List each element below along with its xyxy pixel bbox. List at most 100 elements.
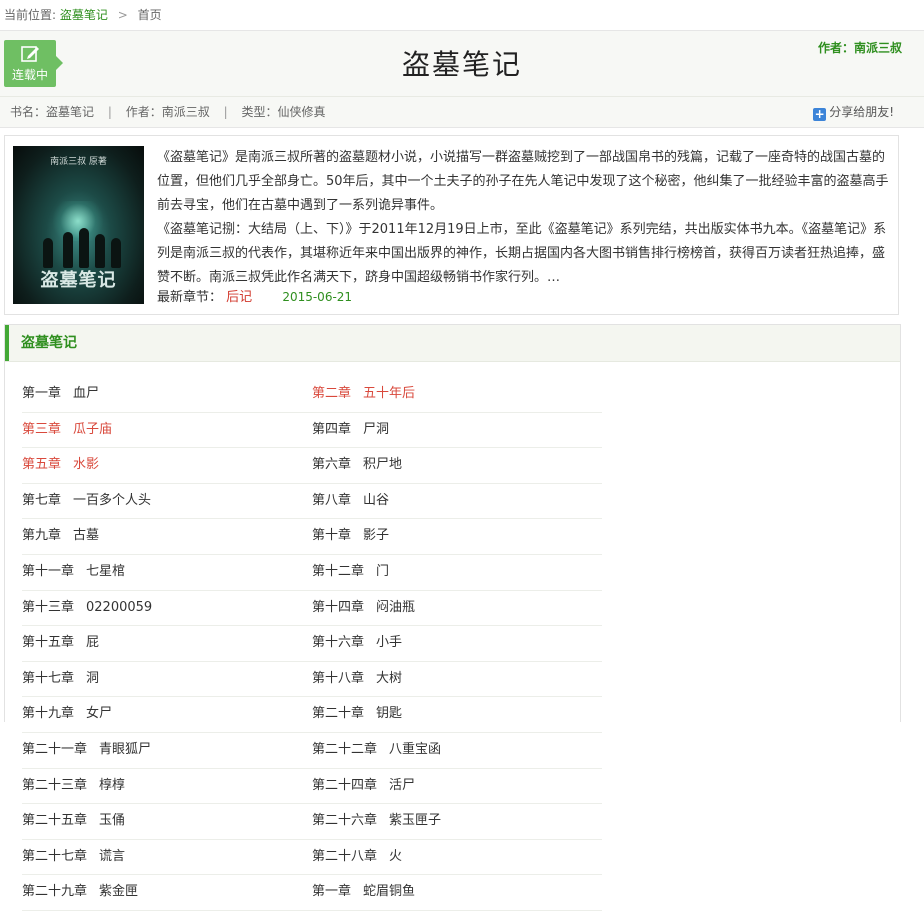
chapter-title: 闷油瓶 bbox=[376, 599, 416, 615]
chapter-title: 洞 bbox=[86, 670, 100, 686]
chapter-number: 第八章 bbox=[312, 492, 352, 508]
chapter-number: 第四章 bbox=[312, 421, 352, 437]
chapter-title: 蛇眉铜鱼 bbox=[363, 884, 416, 900]
breadcrumb-current[interactable]: 首页 bbox=[138, 8, 162, 22]
chapter-link[interactable]: 第十三章 02200059 bbox=[22, 591, 312, 627]
meta-book-name: 书名：盗墓笔记 bbox=[10, 105, 95, 119]
chapter-link[interactable]: 第二十三章 椁椁 bbox=[22, 769, 312, 805]
chapter-link[interactable]: 第二章 五十年后 bbox=[312, 377, 602, 413]
meta-category[interactable]: 类型：仙侠修真 bbox=[241, 105, 325, 119]
chapter-number: 第十一章 bbox=[22, 563, 75, 579]
chapter-link[interactable]: 第十七章洞 bbox=[22, 662, 312, 698]
chapter-link[interactable]: 第九章 古墓 bbox=[22, 519, 312, 555]
chapter-link[interactable]: 第一章 蛇眉铜鱼 bbox=[312, 875, 602, 911]
chapter-title: 一百多个人头 bbox=[73, 492, 152, 508]
chapter-title: 血尸 bbox=[73, 386, 100, 401]
chapter-title: 影子 bbox=[363, 528, 390, 544]
cover-top-text: 南派三叔 原著 bbox=[50, 157, 107, 167]
chapter-number: 第二十八章 bbox=[312, 848, 378, 864]
description-paragraph: 《盗墓笔记》是南派三叔所著的盗墓题材小说，小说描写一群盗墓贼挖到了一部战国帛书的… bbox=[157, 150, 889, 213]
latest-date: 2015-06-21 bbox=[282, 290, 353, 304]
chapter-link[interactable]: 第十六章 小手 bbox=[312, 626, 602, 662]
chapter-number: 第七章 bbox=[22, 492, 62, 508]
chapter-title: 积尸地 bbox=[363, 457, 403, 473]
book-meta-bar: 书名：盗墓笔记 | 作者：南派三叔 | 类型：仙侠修真 + 分享给朋友! bbox=[0, 97, 924, 128]
share-button[interactable]: + 分享给朋友! bbox=[813, 97, 894, 127]
chapter-number: 第二十一章 bbox=[22, 741, 88, 757]
cover-figure bbox=[43, 238, 53, 268]
breadcrumb: 当前位置: 盗墓笔记 > 首页 bbox=[0, 0, 924, 31]
chapter-link[interactable]: 第二十九章 紫金匣 bbox=[22, 875, 312, 911]
chapter-number: 第十章 bbox=[312, 528, 352, 544]
chapter-title: 大树 bbox=[376, 670, 403, 686]
plus-icon: + bbox=[813, 107, 827, 121]
chapter-link[interactable]: 第三章 瓜子庙 bbox=[22, 413, 312, 449]
chapter-link[interactable]: 第十一章 七星棺 bbox=[22, 555, 312, 591]
chapter-link[interactable]: 第二十二章 八重宝函 bbox=[312, 733, 602, 769]
chapter-link[interactable]: 第十九章 女尸 bbox=[22, 697, 312, 733]
meta-author[interactable]: 作者：南派三叔 bbox=[126, 105, 210, 119]
chapter-title: 活尸 bbox=[389, 777, 416, 793]
meta-divider: | bbox=[223, 105, 228, 119]
chapter-link[interactable]: 第五章 水影 bbox=[22, 448, 312, 484]
chapter-title: 古墓 bbox=[73, 528, 100, 544]
cover-figure bbox=[79, 228, 89, 268]
breadcrumb-book-link[interactable]: 盗墓笔记 bbox=[60, 8, 108, 22]
book-header: 连载中 盗墓笔记 作者：南派三叔 bbox=[0, 31, 924, 97]
chapter-number: 第三章 bbox=[22, 421, 62, 437]
chapter-link[interactable]: 第二十八章火 bbox=[312, 840, 602, 876]
chapter-link[interactable]: 第二十七章 谎言 bbox=[22, 840, 312, 876]
chapter-title: 紫玉匣子 bbox=[389, 813, 442, 829]
chapter-number: 第五章 bbox=[22, 457, 62, 473]
chapter-link[interactable]: 第十五章屁 bbox=[22, 626, 312, 662]
latest-chapter-link[interactable]: 后记 bbox=[226, 290, 252, 305]
chapter-link[interactable]: 第十八章 大树 bbox=[312, 662, 602, 698]
chapter-number: 第二十二章 bbox=[312, 741, 378, 757]
chapter-link[interactable]: 第十章 影子 bbox=[312, 519, 602, 555]
chapter-title: 山谷 bbox=[363, 492, 390, 508]
chapter-list-panel: 盗墓笔记 第一章 血尸 第二章 五十年后 第三章 瓜子庙 第四章 尸洞 第五章 水影 第六章 积尸地第… bbox=[4, 324, 901, 911]
chapter-number: 第十六章 bbox=[312, 635, 365, 651]
book-description: 《盗墓笔记》是南派三叔所著的盗墓题材小说，小说描写一群盗墓贼挖到了一部战国帛书的… bbox=[157, 146, 889, 290]
breadcrumb-separator: > bbox=[117, 8, 128, 22]
cover-figure bbox=[95, 234, 105, 268]
chapter-title: 五十年后 bbox=[363, 386, 416, 401]
chapter-list: 第一章 血尸 第二章 五十年后 第三章 瓜子庙 第四章 尸洞 第五章 水影 第六章 积尸地 第七章 一百多… bbox=[22, 377, 882, 911]
chapter-number: 第十八章 bbox=[312, 670, 365, 686]
chapter-title: 瓜子庙 bbox=[73, 421, 113, 437]
chapter-number: 第十九章 bbox=[22, 706, 75, 722]
chapter-link[interactable]: 第二十四章 活尸 bbox=[312, 769, 602, 805]
chapter-link[interactable]: 第十二章门 bbox=[312, 555, 602, 591]
chapter-link[interactable]: 第六章 积尸地 bbox=[312, 448, 602, 484]
book-cover[interactable]: 南派三叔 原著 盗墓笔记 bbox=[13, 146, 144, 304]
chapter-title: 紫金匣 bbox=[99, 884, 139, 900]
chapter-link[interactable]: 第二十五章 玉俑 bbox=[22, 804, 312, 840]
latest-chapter-row: 最新章节： 后记 2015-06-21 bbox=[157, 286, 352, 305]
chapter-number: 第一章 bbox=[312, 884, 352, 900]
chapter-number: 第六章 bbox=[312, 457, 352, 473]
chapter-number: 第二十七章 bbox=[22, 848, 88, 864]
chapter-number: 第十三章 bbox=[22, 599, 75, 615]
description-paragraph: 《盗墓笔记捌：大结局（上、下）》于2011年12月19日上市，至此《盗墓笔记》系… bbox=[157, 222, 887, 285]
chapter-link[interactable]: 第四章 尸洞 bbox=[312, 413, 602, 449]
chapter-link[interactable]: 第二十一章 青眼狐尸 bbox=[22, 733, 312, 769]
chapter-number: 第二十六章 bbox=[312, 813, 378, 829]
chapter-link[interactable]: 第一章 血尸 bbox=[22, 377, 312, 413]
chapter-link[interactable]: 第二十六章 紫玉匣子 bbox=[312, 804, 602, 840]
chapter-link[interactable]: 第十四章 闷油瓶 bbox=[312, 591, 602, 627]
chapter-title: 火 bbox=[389, 848, 403, 864]
cover-figure bbox=[63, 232, 73, 268]
author-link[interactable]: 作者：南派三叔 bbox=[818, 39, 902, 56]
chapter-link[interactable]: 第七章 一百多个人头 bbox=[22, 484, 312, 520]
chapter-title: 玉俑 bbox=[99, 813, 126, 829]
chapter-number: 第二章 bbox=[312, 386, 352, 401]
chapter-title: 椁椁 bbox=[99, 777, 126, 793]
meta-divider: | bbox=[107, 105, 112, 119]
chapter-link[interactable]: 第二十章 钥匙 bbox=[312, 697, 602, 733]
chapter-number: 第十四章 bbox=[312, 599, 365, 615]
book-intro: 南派三叔 原著 盗墓笔记 《盗墓笔记》是南派三叔所著的盗墓题材小说，小说描写一群… bbox=[4, 135, 899, 315]
chapter-link[interactable]: 第八章 山谷 bbox=[312, 484, 602, 520]
chapter-number: 第十二章 bbox=[312, 563, 365, 579]
latest-label: 最新章节： bbox=[157, 290, 223, 305]
chapter-list-heading: 盗墓笔记 bbox=[5, 325, 900, 362]
